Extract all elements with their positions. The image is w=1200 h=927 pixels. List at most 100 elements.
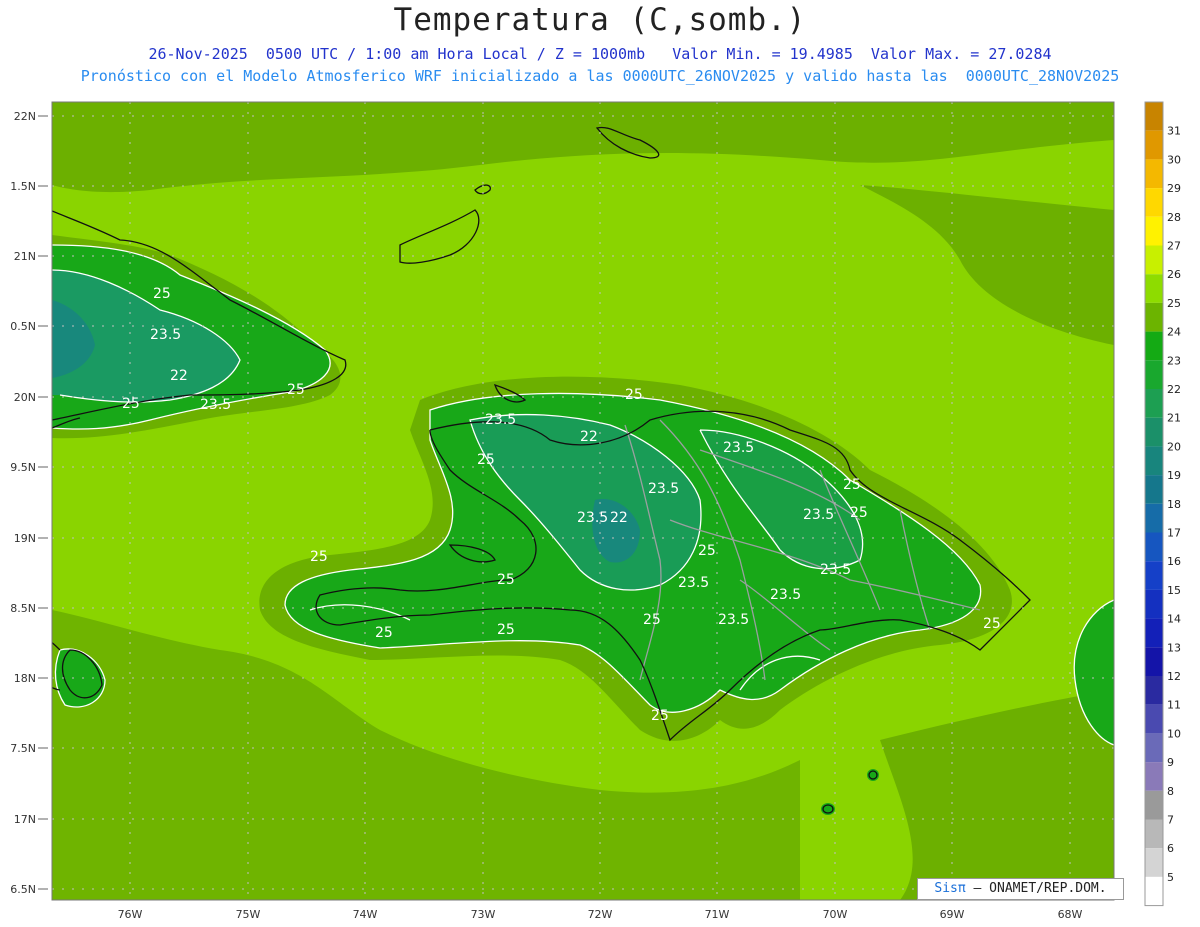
colorbar-swatch bbox=[1145, 274, 1163, 303]
lat-label: 18N bbox=[14, 672, 36, 685]
colorbar-label: 31 bbox=[1167, 125, 1181, 138]
lat-label: 19N bbox=[14, 532, 36, 545]
colorbar-label: 29 bbox=[1167, 182, 1181, 195]
colorbar-swatch bbox=[1145, 130, 1163, 160]
contour-label: 25 bbox=[651, 708, 669, 724]
colorbar-swatch bbox=[1145, 876, 1163, 906]
colorbar-label: 20 bbox=[1167, 440, 1181, 453]
lat-label: 6.5N bbox=[10, 883, 36, 896]
contour-label: 23.5 bbox=[770, 587, 801, 603]
lat-label: 7.5N bbox=[10, 742, 36, 755]
contour-label: 25 bbox=[497, 622, 515, 638]
colorbar-label: 15 bbox=[1167, 584, 1181, 597]
colorbar-swatch bbox=[1145, 532, 1163, 562]
colorbar-label: 27 bbox=[1167, 240, 1181, 253]
colorbar-swatch bbox=[1145, 503, 1163, 533]
lat-label: 9.5N bbox=[10, 461, 36, 474]
contour-label: 23.5 bbox=[200, 397, 231, 413]
contour-label: 25 bbox=[310, 549, 328, 565]
lat-label: 0.5N bbox=[10, 320, 36, 333]
contour-label: 25 bbox=[477, 452, 495, 468]
sispi-brand: Sisπ bbox=[934, 881, 966, 896]
contour-label: 22 bbox=[610, 510, 628, 526]
colorbar-swatch bbox=[1145, 417, 1163, 447]
contour-label: 23.5 bbox=[678, 575, 709, 591]
colorbar-label: 13 bbox=[1167, 641, 1181, 654]
contour-label: 25 bbox=[122, 396, 140, 412]
contour-label: 23.5 bbox=[648, 481, 679, 497]
lat-label: 1.5N bbox=[10, 180, 36, 193]
contour-label: 22 bbox=[580, 429, 598, 445]
contour-label: 23.5 bbox=[803, 507, 834, 523]
contour-label: 23.5 bbox=[485, 412, 516, 428]
colorbar-swatch bbox=[1145, 704, 1163, 734]
contour-label: 25 bbox=[983, 616, 1001, 632]
contour-label: 23.5 bbox=[577, 510, 608, 526]
contour-label: 23.5 bbox=[718, 612, 749, 628]
contour-label: 25 bbox=[850, 505, 868, 521]
colorbar-label: 28 bbox=[1167, 211, 1181, 224]
credit-box: Sisπ – ONAMET/REP.DOM. bbox=[917, 878, 1124, 900]
colorbar-swatch bbox=[1145, 302, 1163, 332]
colorbar-swatch bbox=[1145, 475, 1163, 504]
colorbar-label: 7 bbox=[1167, 814, 1174, 827]
colorbar-label: 6 bbox=[1167, 842, 1174, 855]
colorbar-swatch bbox=[1145, 389, 1163, 418]
colorbar-swatch bbox=[1145, 446, 1163, 476]
colorbar-swatch bbox=[1145, 733, 1163, 763]
colorbar-label: 8 bbox=[1167, 785, 1174, 798]
credit-text: – ONAMET/REP.DOM. bbox=[965, 881, 1107, 896]
colorbar-label: 22 bbox=[1167, 383, 1181, 396]
colorbar-label: 11 bbox=[1167, 699, 1181, 712]
colorbar-swatch bbox=[1145, 762, 1163, 791]
lon-label: 73W bbox=[471, 908, 496, 921]
colorbar-label: 18 bbox=[1167, 498, 1181, 511]
contour-label: 25 bbox=[643, 612, 661, 628]
colorbar-swatch bbox=[1145, 216, 1163, 246]
colorbar-swatch bbox=[1145, 618, 1163, 648]
colorbar-label: 9 bbox=[1167, 756, 1174, 769]
lat-label: 21N bbox=[14, 250, 36, 263]
colorbar-label: 23 bbox=[1167, 354, 1181, 367]
colorbar-label: 10 bbox=[1167, 727, 1181, 740]
colorbar-swatch bbox=[1145, 676, 1163, 705]
colorbar-label: 14 bbox=[1167, 613, 1181, 626]
latitude-axis: 22N 1.5N 21N 0.5N 20N 9.5N 19N 8.5N 18N … bbox=[10, 110, 36, 896]
colorbar-label: 5 bbox=[1167, 871, 1174, 884]
lon-label: 71W bbox=[705, 908, 730, 921]
colorbar-swatch bbox=[1145, 848, 1163, 877]
latitude-ticks bbox=[38, 115, 48, 890]
colorbar-label: 30 bbox=[1167, 153, 1181, 166]
lon-label: 70W bbox=[823, 908, 848, 921]
contour-label: 25 bbox=[375, 625, 393, 641]
lon-label: 76W bbox=[118, 908, 143, 921]
colorbar-swatch bbox=[1145, 819, 1163, 849]
colorbar-label: 17 bbox=[1167, 527, 1181, 540]
contour-label: 25 bbox=[698, 543, 716, 559]
colorbar-label: 25 bbox=[1167, 297, 1181, 310]
lon-label: 74W bbox=[353, 908, 378, 921]
contour-label: 23.5 bbox=[150, 327, 181, 343]
colorbar-label: 19 bbox=[1167, 469, 1181, 482]
colorbar-swatch bbox=[1145, 188, 1163, 217]
colorbar-swatch bbox=[1145, 360, 1163, 389]
colorbar-label: 12 bbox=[1167, 670, 1181, 683]
contour-label: 25 bbox=[287, 382, 305, 398]
lon-label: 72W bbox=[588, 908, 613, 921]
colorbar-label: 21 bbox=[1167, 412, 1181, 425]
colorbar-swatch bbox=[1145, 647, 1163, 676]
lon-label: 68W bbox=[1058, 908, 1083, 921]
lon-label: 75W bbox=[236, 908, 261, 921]
contour-label: 25 bbox=[625, 387, 643, 403]
contour-label: 25 bbox=[843, 477, 861, 493]
longitude-axis: 76W 75W 74W 73W 72W 71W 70W 69W 68W bbox=[118, 908, 1083, 921]
colorbar-swatch bbox=[1145, 561, 1163, 590]
colorbar-swatch bbox=[1145, 790, 1163, 820]
contour-label: 23.5 bbox=[820, 562, 851, 578]
colorbar-swatch bbox=[1145, 159, 1163, 189]
lat-label: 20N bbox=[14, 391, 36, 404]
lat-label: 22N bbox=[14, 110, 36, 123]
colorbar-swatch bbox=[1145, 331, 1163, 361]
colorbar-swatch bbox=[1145, 245, 1163, 275]
colorbar-label: 26 bbox=[1167, 268, 1181, 281]
